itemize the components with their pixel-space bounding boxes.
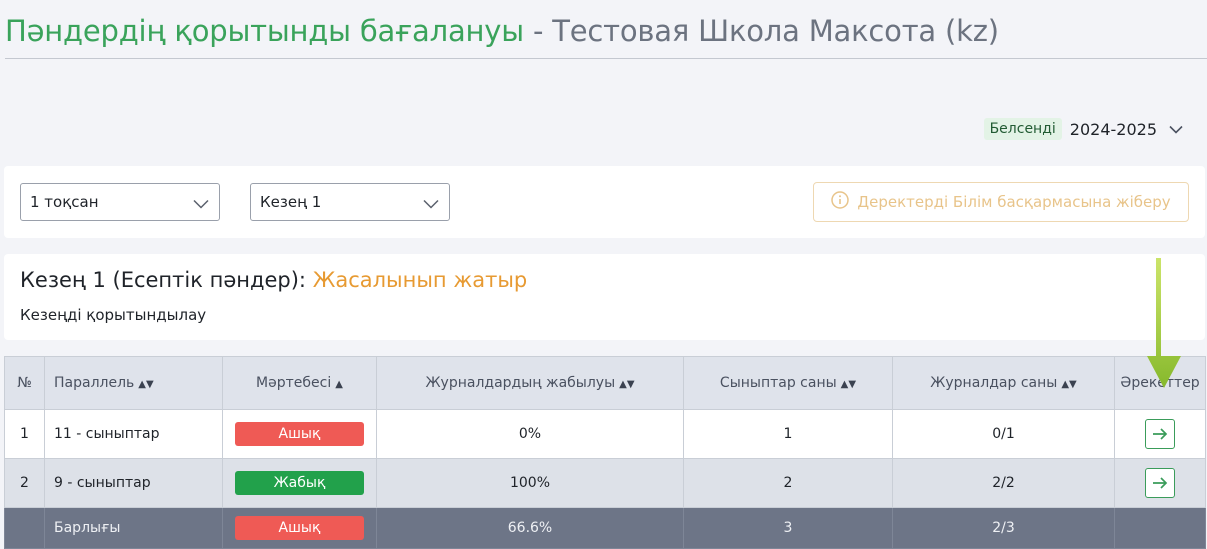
page-title-school: Тестовая Школа Максота (kz) [552, 14, 999, 48]
total-class-count: 3 [683, 507, 893, 549]
table-row: 2 9 - сыныптар Жабық 100% 2 2/2 [4, 458, 1206, 508]
open-row-button[interactable] [1145, 468, 1175, 498]
period-status-state: Жасалынып жатыр [312, 268, 528, 292]
parallels-table: № Параллель ▲▼ Мәртебесі ▲ Журналдардың жа… [4, 356, 1206, 549]
status-badge: Ашық [235, 516, 364, 540]
period-status-label: Кезең 1 (Есептік пәндер): [20, 268, 307, 292]
open-row-button[interactable] [1145, 419, 1175, 449]
row-number: 2 [4, 458, 45, 508]
row-number: 1 [4, 409, 45, 459]
col-header-status[interactable]: Мәртебесі ▲ [222, 356, 377, 410]
annotation-arrow-icon [1141, 258, 1187, 394]
title-divider [5, 58, 1207, 59]
row-class-count: 1 [683, 409, 893, 459]
arrow-right-icon [1153, 428, 1168, 440]
row-journal-count: 0/1 [892, 409, 1115, 459]
sort-icon[interactable]: ▲▼ [138, 379, 153, 390]
page-title: Пәндердің қорытынды бағалануы - Тестовая… [5, 14, 999, 48]
sort-icon[interactable]: ▲▼ [619, 379, 634, 390]
send-data-button-label: Деректерді Білім басқармасына жіберу [857, 193, 1171, 211]
page-title-main: Пәндердің қорытынды бағалануы [5, 14, 524, 48]
quarter-select-value: 1 тоқсан [30, 193, 99, 211]
col-header-journal-count[interactable]: Журналдар саны ▲▼ [892, 356, 1115, 410]
arrow-right-icon [1153, 477, 1168, 489]
sort-icon[interactable]: ▲▼ [841, 379, 856, 390]
total-journal-closure: 66.6% [376, 507, 684, 549]
academic-year-value: 2024-2025 [1069, 119, 1157, 139]
row-parallel: 11 - сыныптар [44, 409, 223, 459]
period-select-value: Кезең 1 [260, 193, 322, 211]
chevron-down-icon [193, 195, 209, 213]
status-badge: Ашық [235, 422, 364, 446]
period-summary-text: Кезеңді қорытындылау [20, 306, 207, 324]
row-journal-closure: 100% [376, 458, 684, 508]
chevron-down-icon[interactable] [1165, 118, 1187, 140]
sort-icon[interactable]: ▲▼ [1061, 379, 1076, 390]
row-journal-count: 2/2 [892, 458, 1115, 508]
active-badge: Белсенді [983, 118, 1062, 140]
period-select[interactable]: Кезең 1 [250, 183, 450, 221]
row-class-count: 2 [683, 458, 893, 508]
sort-asc-icon[interactable]: ▲ [335, 379, 343, 390]
total-label: Барлығы [44, 507, 223, 549]
total-journal-count: 2/3 [892, 507, 1115, 549]
col-header-journal-closure[interactable]: Журналдардың жабылуы ▲▼ [376, 356, 684, 410]
period-status-heading: Кезең 1 (Есептік пәндер): Жасалынып жаты… [20, 268, 527, 292]
row-journal-closure: 0% [376, 409, 684, 459]
quarter-select[interactable]: 1 тоқсан [20, 183, 220, 221]
send-data-button[interactable]: Деректерді Білім басқармасына жіберу [813, 182, 1189, 222]
row-parallel: 9 - сыныптар [44, 458, 223, 508]
info-icon [831, 191, 850, 213]
table-total-row: Барлығы Ашық 66.6% 3 2/3 [4, 507, 1206, 549]
col-header-number: № [4, 356, 45, 410]
period-status-card: Кезең 1 (Есептік пәндер): Жасалынып жаты… [4, 254, 1205, 340]
chevron-down-icon [423, 195, 439, 213]
status-badge: Жабық [235, 471, 364, 495]
page-title-separator: - [523, 14, 553, 48]
col-header-class-count[interactable]: Сыныптар саны ▲▼ [683, 356, 893, 410]
col-header-parallel[interactable]: Параллель ▲▼ [44, 356, 223, 410]
table-header-row: № Параллель ▲▼ Мәртебесі ▲ Журналдардың жа… [4, 356, 1206, 410]
academic-year-selector[interactable]: Белсенді 2024-2025 [983, 118, 1187, 140]
table-row: 1 11 - сыныптар Ашық 0% 1 0/1 [4, 409, 1206, 459]
filter-card: 1 тоқсан Кезең 1 Деректерді Білім басқар… [4, 166, 1205, 238]
